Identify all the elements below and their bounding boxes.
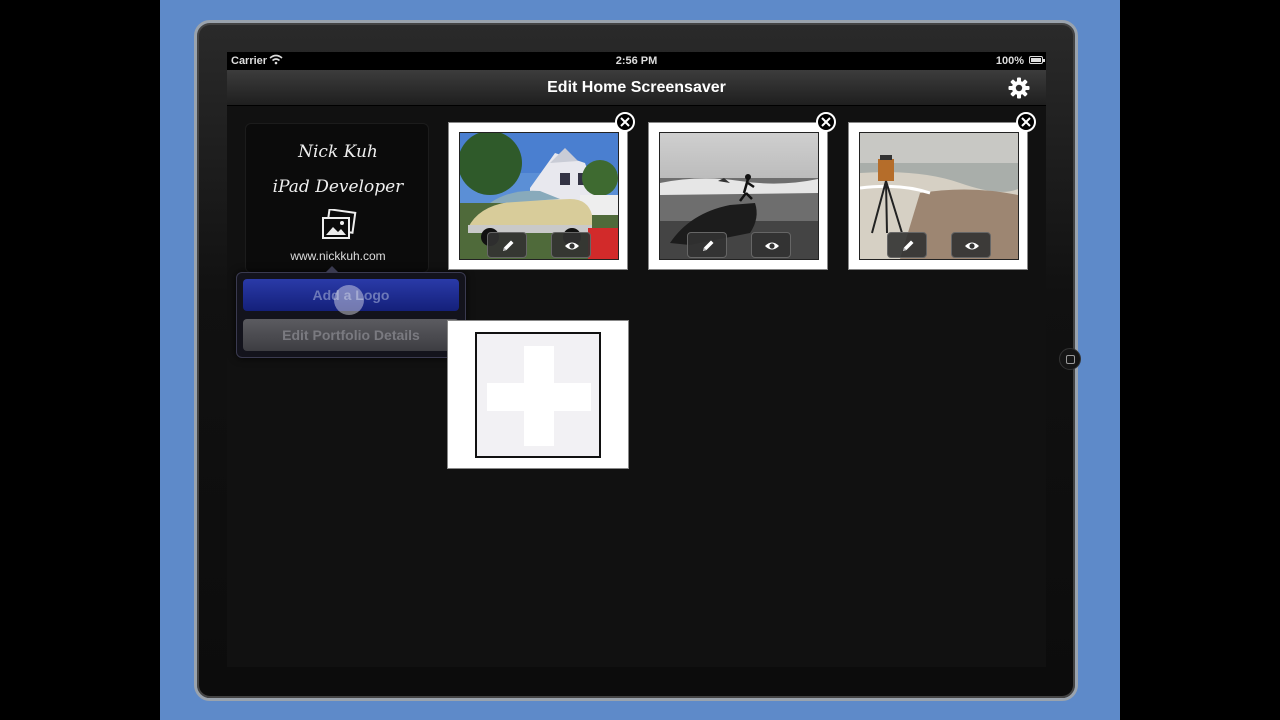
photo-tile[interactable] — [648, 122, 828, 270]
photo-tile[interactable] — [448, 122, 628, 270]
portfolio-popover: Add a Logo Edit Portfolio Details — [236, 266, 466, 358]
gear-icon[interactable] — [1007, 76, 1031, 100]
close-icon — [1021, 117, 1031, 127]
plus-icon-horizontal — [487, 383, 591, 411]
edit-portfolio-details-button[interactable]: Edit Portfolio Details — [243, 319, 459, 351]
ipad-screen: Carrier 2:56 PM 100% Edit Home Screensav… — [227, 52, 1046, 667]
clock: 2:56 PM — [615, 55, 658, 67]
preview-photo-button[interactable] — [751, 232, 791, 258]
photo-thumbnail-beach — [859, 132, 1019, 260]
add-photo-button[interactable] — [447, 320, 629, 469]
pencil-icon — [903, 240, 914, 251]
battery-percent: 100% — [995, 55, 1024, 67]
home-button[interactable] — [1059, 348, 1081, 370]
close-icon — [620, 117, 630, 127]
portfolio-url: www.nickkuh.com — [290, 249, 386, 263]
eye-icon — [965, 242, 979, 250]
plus-icon — [475, 332, 601, 458]
photo-thumbnail-car — [459, 132, 619, 260]
eye-icon — [565, 242, 579, 250]
remove-photo-button[interactable] — [1016, 112, 1036, 132]
pencil-icon — [703, 240, 714, 251]
photos-icon — [320, 208, 358, 241]
edit-photo-button[interactable] — [887, 232, 927, 258]
preview-photo-button[interactable] — [551, 232, 591, 258]
edit-photo-button[interactable] — [687, 232, 727, 258]
close-icon — [821, 117, 831, 127]
portfolio-name: Nick Kuh — [298, 142, 378, 162]
photo-thumbnail-rock — [659, 132, 819, 260]
preview-photo-button[interactable] — [951, 232, 991, 258]
pencil-icon — [503, 240, 514, 251]
portfolio-role: iPad Developer — [272, 177, 404, 197]
status-bar: Carrier 2:56 PM 100% — [227, 52, 1046, 70]
page-title: Edit Home Screensaver — [547, 79, 726, 96]
navigation-bar: Edit Home Screensaver — [227, 70, 1046, 106]
edit-photo-button[interactable] — [487, 232, 527, 258]
remove-photo-button[interactable] — [615, 112, 635, 132]
photo-tile[interactable] — [848, 122, 1028, 270]
battery-icon — [1029, 56, 1045, 64]
remove-photo-button[interactable] — [816, 112, 836, 132]
eye-icon — [765, 242, 779, 250]
touch-indicator — [334, 285, 364, 315]
portfolio-card[interactable]: Nick Kuh iPad Developer www.nickkuh.com — [245, 123, 429, 273]
